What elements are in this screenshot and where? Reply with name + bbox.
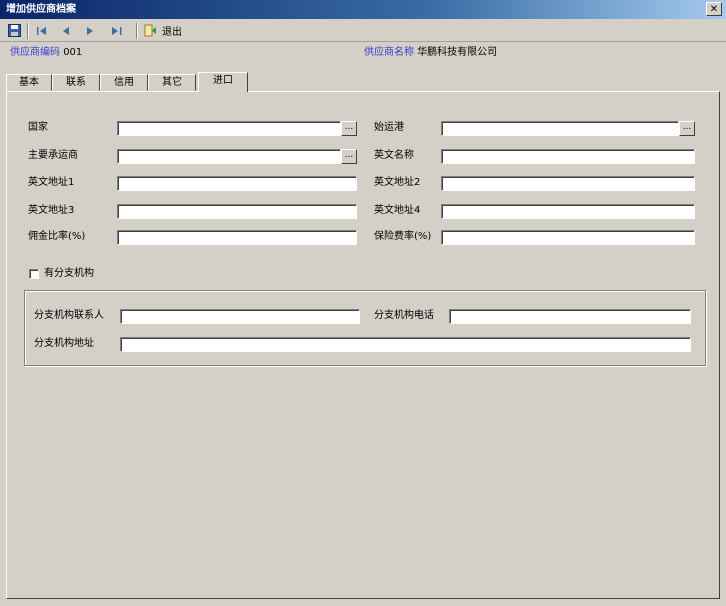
has-branch-checkbox[interactable] [29,269,39,279]
last-record-button[interactable] [106,22,128,39]
tab-credit[interactable]: 信用 [100,74,148,91]
close-button[interactable]: ✕ [706,2,722,16]
english-address-3-label: 英文地址3 [28,205,75,216]
english-name-label: 英文名称 [374,150,414,161]
tab-basic[interactable]: 基本 [6,74,52,91]
insurance-rate-input[interactable] [441,230,695,245]
has-branch-label: 有分支机构 [44,268,94,279]
branch-phone-input[interactable] [449,309,691,324]
branch-groupbox [24,290,706,366]
save-button[interactable] [6,22,22,39]
window-title-bar: 增加供应商档案 ✕ [0,0,726,19]
close-icon: ✕ [709,4,719,15]
english-address-2-label: 英文地址2 [374,177,421,188]
insurance-rate-label: 保险费率(%) [374,231,432,242]
commission-rate-label: 佣金比率(%) [28,231,86,242]
country-label: 国家 [28,122,48,133]
supplier-code-label: 供应商编码 [10,47,60,58]
english-address-1-input[interactable] [117,176,357,191]
toolbar: 退出 [0,20,726,42]
save-icon [7,24,21,37]
main-carrier-input[interactable] [117,149,341,164]
english-address-4-label: 英文地址4 [374,205,421,216]
origin-port-lookup-button[interactable]: ... [679,121,695,136]
branch-phone-label: 分支机构电话 [374,310,434,321]
exit-button[interactable]: 退出 [144,22,192,39]
english-address-1-label: 英文地址1 [28,177,75,188]
supplier-name-row: 供应商名称 华鹏科技有限公司 [364,46,497,60]
tab-strip: 基本 联系 信用 其它 进口 [6,72,720,92]
last-record-icon [112,26,122,35]
first-record-button[interactable] [34,22,50,39]
branch-contact-label: 分支机构联系人 [34,310,104,321]
branch-address-label: 分支机构地址 [34,338,94,349]
english-address-3-input[interactable] [117,204,357,219]
window-title: 增加供应商档案 [6,4,76,15]
next-record-button[interactable] [82,22,98,39]
branch-address-input[interactable] [120,337,691,352]
supplier-code-value: 001 [63,47,83,58]
commission-rate-input[interactable] [117,230,357,245]
main-carrier-lookup-button[interactable]: ... [341,149,357,164]
first-record-icon [37,26,46,35]
exit-label: 退出 [162,27,182,38]
tab-contact[interactable]: 联系 [52,74,100,91]
next-record-icon [87,26,93,35]
supplier-code-row: 供应商编码 001 [10,46,82,60]
prev-record-icon [63,26,69,35]
english-address-4-input[interactable] [441,204,695,219]
english-name-input[interactable] [441,149,695,164]
tab-import[interactable]: 进口 [198,72,248,92]
exit-icon [144,24,156,37]
main-carrier-label: 主要承运商 [28,150,78,161]
prev-record-button[interactable] [58,22,74,39]
english-address-2-input[interactable] [441,176,695,191]
branch-contact-input[interactable] [120,309,360,324]
tab-other[interactable]: 其它 [148,74,196,91]
origin-port-label: 始运港 [374,122,404,133]
country-lookup-button[interactable]: ... [341,121,357,136]
country-input[interactable] [117,121,341,136]
origin-port-input[interactable] [441,121,679,136]
supplier-name-value: 华鹏科技有限公司 [417,47,498,58]
supplier-name-label: 供应商名称 [364,47,414,58]
